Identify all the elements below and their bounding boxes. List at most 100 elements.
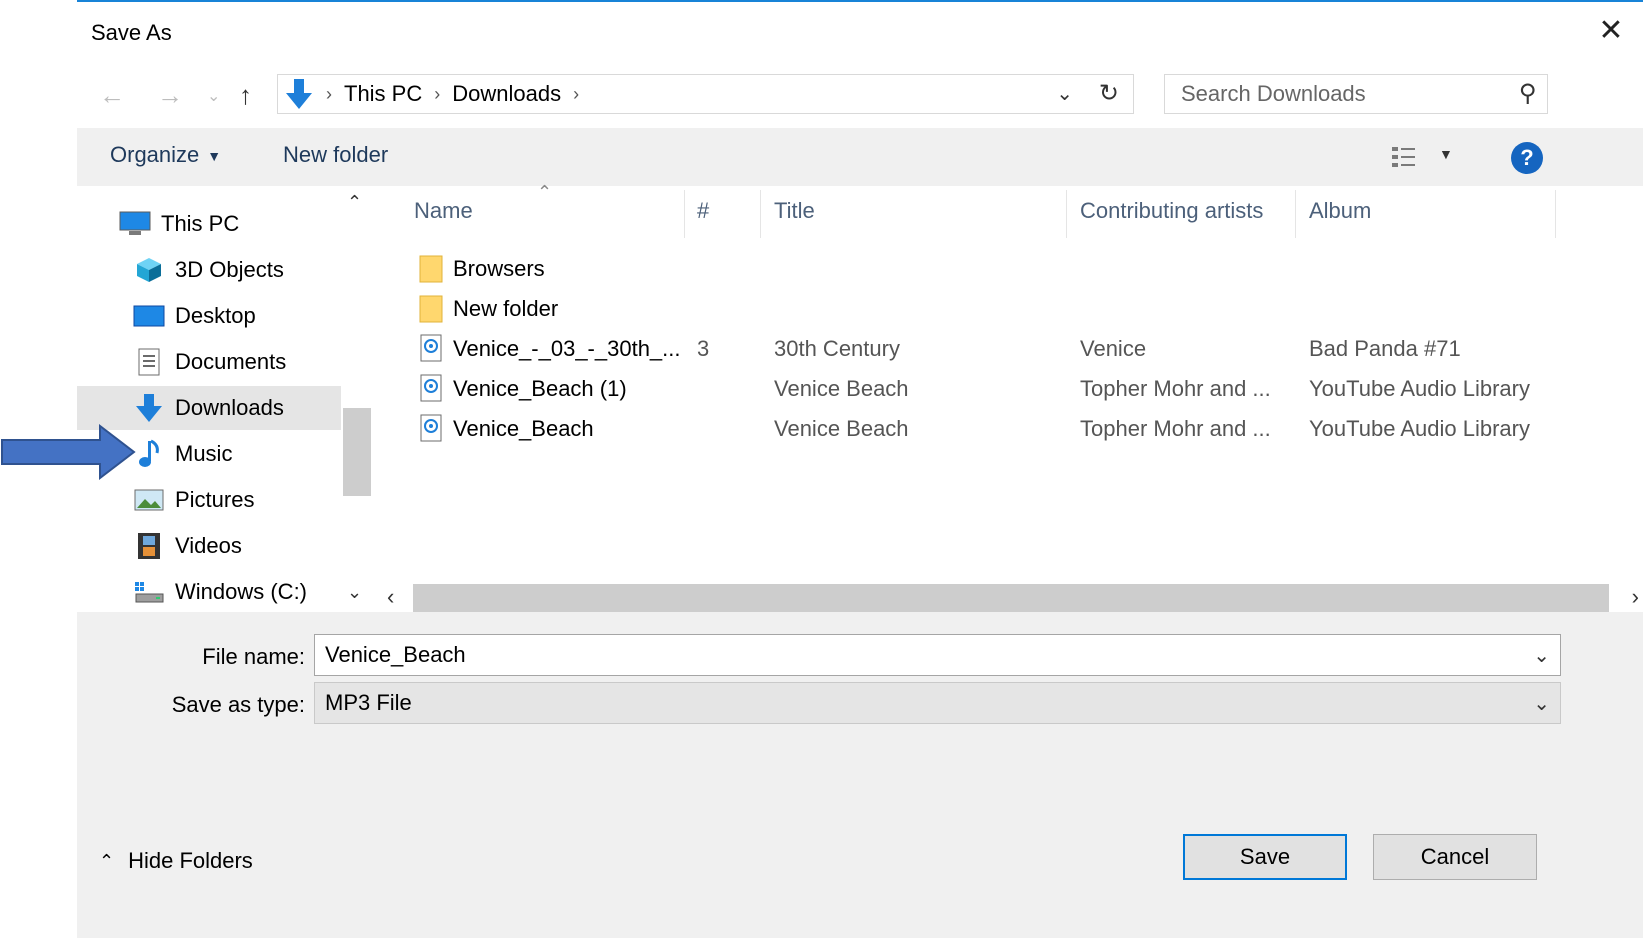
pictures-icon — [133, 486, 165, 514]
file-row[interactable]: Browsers — [377, 248, 1643, 288]
cube-icon — [133, 256, 165, 284]
breadcrumb-expand-icon[interactable]: › — [573, 84, 579, 105]
audio-file-icon — [420, 374, 442, 402]
file-album: YouTube Audio Library — [1309, 376, 1530, 401]
downloads-location-icon — [286, 79, 312, 109]
sidebar-item-label: Videos — [175, 533, 242, 558]
drive-icon — [133, 578, 165, 606]
back-arrow-icon[interactable]: ← — [99, 80, 125, 111]
file-artists: Venice — [1080, 336, 1147, 361]
file-album: Bad Panda #71 — [1309, 336, 1461, 361]
file-name: Browsers — [453, 256, 545, 281]
save-as-dialog: Save As ✕ ← → ⌄ ↑ › This PC › Downloads … — [77, 0, 1643, 938]
navigation-pane-scrollbar[interactable]: ⌃ ⌄ — [341, 186, 373, 612]
column-header-name[interactable]: Name — [414, 198, 473, 224]
file-title: 30th Century — [774, 336, 900, 361]
sidebar-item-label: Documents — [175, 349, 287, 374]
breadcrumb-this-pc[interactable]: This PC — [344, 81, 422, 107]
file-track-number: 3 — [697, 336, 710, 361]
breadcrumb-separator-icon: › — [434, 83, 441, 104]
dialog-title: Save As — [91, 20, 172, 45]
sidebar-item-label: Pictures — [175, 487, 255, 512]
scroll-up-icon[interactable]: ⌃ — [347, 192, 362, 213]
scroll-left-icon[interactable]: ‹ — [387, 584, 394, 610]
breadcrumb-separator-icon: › — [326, 83, 332, 104]
search-placeholder: Search Downloads — [1181, 81, 1366, 106]
file-row[interactable]: Venice_Beach (1) Venice Beach Topher Moh… — [377, 368, 1643, 408]
chevron-down-icon[interactable]: ⌄ — [1533, 643, 1550, 668]
file-list-pane: ⌃ Name # Title Contributing artists Albu… — [377, 182, 1643, 612]
search-icon[interactable]: ⚲ — [1519, 79, 1537, 108]
file-name: Venice_Beach — [453, 416, 594, 441]
hide-folders-button[interactable]: ⌃ Hide Folders — [99, 848, 253, 874]
refresh-icon[interactable]: ↻ — [1099, 79, 1119, 108]
file-name-field[interactable]: Venice_Beach ⌄ — [314, 634, 1561, 676]
save-button[interactable]: Save — [1183, 834, 1347, 880]
column-divider[interactable] — [760, 190, 761, 238]
help-icon[interactable]: ? — [1511, 142, 1543, 174]
file-name-value: Venice_Beach — [325, 642, 466, 667]
save-form-panel: File name: Venice_Beach ⌄ Save as type: … — [77, 612, 1643, 938]
cancel-button[interactable]: Cancel — [1373, 834, 1537, 880]
file-artists: Topher Mohr and ... — [1080, 376, 1271, 401]
desktop-icon — [133, 302, 165, 330]
view-options-caret-icon[interactable]: ▼ — [1439, 146, 1453, 162]
scrollbar-thumb[interactable] — [413, 584, 1609, 612]
column-divider[interactable] — [1066, 190, 1067, 238]
folder-icon — [419, 255, 443, 283]
file-artists: Topher Mohr and ... — [1080, 416, 1271, 441]
save-as-type-select[interactable]: MP3 File ⌄ — [314, 682, 1561, 724]
recent-locations-chevron-icon[interactable]: ⌄ — [207, 86, 220, 106]
audio-file-icon — [420, 414, 442, 442]
file-list-horizontal-scrollbar[interactable]: ‹ › — [377, 584, 1643, 612]
column-header-number[interactable]: # — [697, 198, 709, 224]
file-row[interactable]: Venice_-_03_-_30th_... 3 30th Century Ve… — [377, 328, 1643, 368]
file-title: Venice Beach — [774, 416, 909, 441]
scroll-right-icon[interactable]: › — [1632, 584, 1639, 610]
search-input[interactable]: Search Downloads ⚲ — [1164, 74, 1548, 114]
file-row[interactable]: Venice_Beach Venice Beach Topher Mohr an… — [377, 408, 1643, 448]
annotation-arrow-icon — [1, 424, 136, 480]
forward-arrow-icon[interactable]: → — [157, 80, 183, 111]
address-history-chevron-icon[interactable]: ⌄ — [1056, 81, 1073, 106]
document-icon — [133, 348, 165, 376]
navigation-pane: This PC 3D Objects Desktop Documents Dow… — [77, 186, 373, 612]
breadcrumb-downloads[interactable]: Downloads — [452, 81, 561, 107]
scroll-down-icon[interactable]: ⌄ — [347, 582, 362, 603]
save-as-type-value: MP3 File — [325, 690, 412, 715]
sidebar-item-label: Music — [175, 441, 233, 466]
chevron-down-icon[interactable]: ⌄ — [1533, 691, 1550, 716]
sidebar-item-label: 3D Objects — [175, 257, 284, 282]
column-divider[interactable] — [1295, 190, 1296, 238]
sidebar-item-label: This PC — [161, 211, 240, 236]
sidebar-item-label: Desktop — [175, 303, 256, 328]
column-header-contributing-artists[interactable]: Contributing artists — [1080, 198, 1263, 224]
change-view-icon[interactable] — [1391, 144, 1425, 170]
close-icon[interactable]: ✕ — [1593, 12, 1629, 48]
file-name-label: File name: — [202, 644, 305, 669]
sidebar-item-label: Windows (C:) — [175, 579, 308, 604]
up-arrow-icon[interactable]: ↑ — [239, 80, 252, 111]
column-header-title[interactable]: Title — [774, 198, 815, 224]
folder-icon — [419, 295, 443, 323]
command-toolbar: Organize ▼ New folder ▼ ? — [77, 128, 1643, 186]
file-album: YouTube Audio Library — [1309, 416, 1530, 441]
column-divider[interactable] — [684, 190, 685, 238]
caret-down-icon: ▼ — [207, 148, 222, 165]
new-folder-button[interactable]: New folder — [283, 142, 388, 168]
computer-icon — [119, 210, 151, 238]
address-bar[interactable]: › This PC › Downloads › ⌄ ↻ — [277, 74, 1134, 114]
organize-button[interactable]: Organize ▼ — [110, 142, 221, 168]
scrollbar-thumb[interactable] — [343, 408, 371, 496]
save-as-type-label: Save as type: — [171, 692, 305, 717]
film-icon — [133, 532, 165, 560]
audio-file-icon — [420, 334, 442, 362]
column-divider[interactable] — [1555, 190, 1556, 238]
file-title: Venice Beach — [774, 376, 909, 401]
file-row[interactable]: New folder — [377, 288, 1643, 328]
organize-label: Organize — [110, 142, 200, 167]
column-header-album[interactable]: Album — [1309, 198, 1371, 224]
file-name: Venice_Beach (1) — [453, 376, 627, 401]
download-icon — [133, 394, 165, 422]
hide-folders-label: Hide Folders — [128, 848, 253, 873]
